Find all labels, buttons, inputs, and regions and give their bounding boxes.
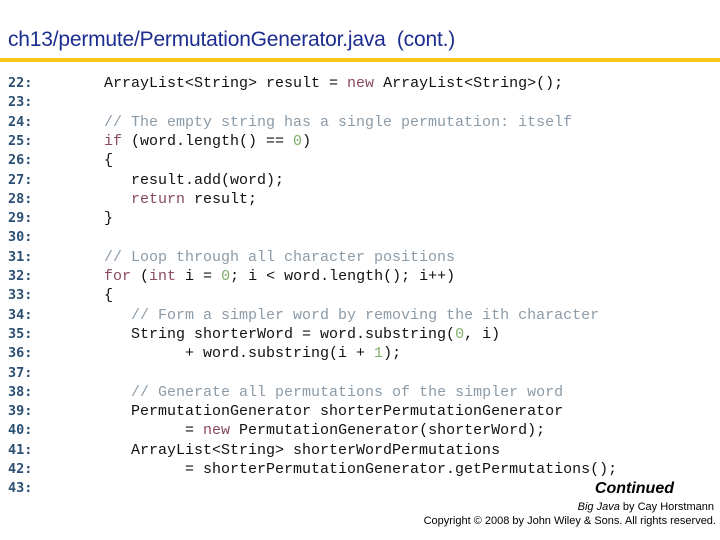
keyword-token: new [347, 75, 375, 92]
book-author: by Cay Horstmann [619, 501, 714, 513]
code-token: ( [131, 268, 150, 285]
code-token: ); [383, 345, 402, 363]
line-number: 36: [8, 345, 33, 362]
code-token: + word.substring(i + [104, 345, 375, 363]
line-number: 33: [8, 287, 33, 304]
code-token: (word.length() == [122, 132, 294, 150]
keyword-token: return [131, 190, 186, 208]
keyword-token: new [203, 422, 231, 440]
code-text: // Form a simpler word by removing the i… [104, 306, 599, 325]
line-number: 42: [8, 461, 33, 477]
keyword-token: if [104, 132, 123, 150]
comment-token: // Loop through all character positions [104, 248, 456, 266]
line-number: 22: [8, 75, 33, 91]
code-token: = [104, 422, 204, 440]
code-token: ArrayList<String>(); [374, 75, 564, 92]
code-token: ) [302, 132, 312, 150]
line-number: 31: [8, 248, 33, 265]
code-text: result.add(word); [104, 171, 284, 190]
comment-token: // The empty string has a single permuta… [104, 113, 573, 131]
comment-token: // Generate all permutations of the simp… [131, 383, 564, 401]
code-text: for (int i = 0; i < word.length(); i++) [104, 267, 455, 286]
code-token: String shorterWord = word.substring( [104, 325, 456, 343]
code-text: { [104, 286, 113, 305]
line-number: 27: [8, 171, 33, 188]
line-number: 23: [8, 94, 33, 111]
code-token: result; [185, 190, 258, 208]
number-literal-token: 0 [221, 268, 231, 285]
code-text: // Generate all permutations of the simp… [104, 383, 563, 402]
line-number: 38: [8, 383, 33, 400]
keyword-token: int [149, 268, 177, 285]
code-token: i = [176, 268, 222, 285]
code-text: ArrayList<String> shorterWordPermutation… [104, 441, 500, 460]
code-token: ArrayList<String> shorterWordPermutation… [104, 441, 501, 459]
line-number: 41: [8, 441, 33, 458]
code-token: = shorterPermutationGenerator.getPermuta… [104, 461, 618, 478]
line-number: 32: [8, 268, 33, 284]
code-text: = shorterPermutationGenerator.getPermuta… [104, 460, 617, 479]
line-number: 37: [8, 364, 33, 381]
code-text: { [104, 151, 113, 170]
continued-label: Continued [594, 480, 674, 497]
keyword-token: for [104, 268, 132, 285]
line-number: 35: [8, 325, 33, 342]
code-token: } [104, 210, 114, 228]
code-text: ArrayList<String> result = new ArrayList… [104, 74, 563, 93]
number-literal-token: 0 [293, 132, 303, 150]
line-number: 40: [8, 422, 33, 439]
slide-title: ch13/permute/PermutationGenerator.java (… [8, 28, 456, 51]
code-token: { [104, 287, 114, 305]
title-underline [0, 58, 720, 62]
line-number: 28: [8, 190, 33, 207]
book-title: Big Java [577, 501, 620, 513]
number-literal-token: 0 [455, 325, 465, 343]
line-number: 25: [8, 132, 33, 149]
code-text: = new PermutationGenerator(shorterWord); [104, 421, 545, 440]
line-number: 29: [8, 210, 33, 227]
copyright-notice: Copyright © 2008 by John Wiley & Sons. A… [423, 515, 716, 527]
code-token: PermutationGenerator(shorterWord); [230, 422, 546, 440]
code-text: + word.substring(i + 1); [104, 344, 401, 363]
code-text: } [104, 209, 113, 228]
line-number: 26: [8, 152, 33, 169]
line-number: 39: [8, 403, 33, 420]
code-text: PermutationGenerator shorterPermutationG… [104, 402, 563, 421]
code-text: // The empty string has a single permuta… [104, 113, 572, 132]
code-text: return result; [104, 190, 257, 209]
line-number: 34: [8, 306, 33, 323]
comment-token: // Form a simpler word by removing the i… [131, 306, 600, 324]
code-token: { [104, 152, 114, 170]
book-credit: Big Java by Cay Horstmann [578, 501, 714, 513]
line-number: 43: [8, 480, 33, 497]
code-text: // Loop through all character positions [104, 248, 455, 267]
code-text: String shorterWord = word.substring(0, i… [104, 325, 500, 344]
code-token: ArrayList<String> result = [104, 75, 348, 92]
code-token: PermutationGenerator shorterPermutationG… [104, 403, 564, 421]
code-token: ; i < word.length(); i++) [230, 268, 456, 285]
code-token: result.add(word); [104, 171, 285, 189]
number-literal-token: 1 [374, 345, 384, 363]
code-text: if (word.length() == 0) [104, 132, 311, 151]
line-number: 24: [8, 113, 33, 130]
code-token: , i) [464, 325, 501, 343]
line-number: 30: [8, 229, 33, 246]
